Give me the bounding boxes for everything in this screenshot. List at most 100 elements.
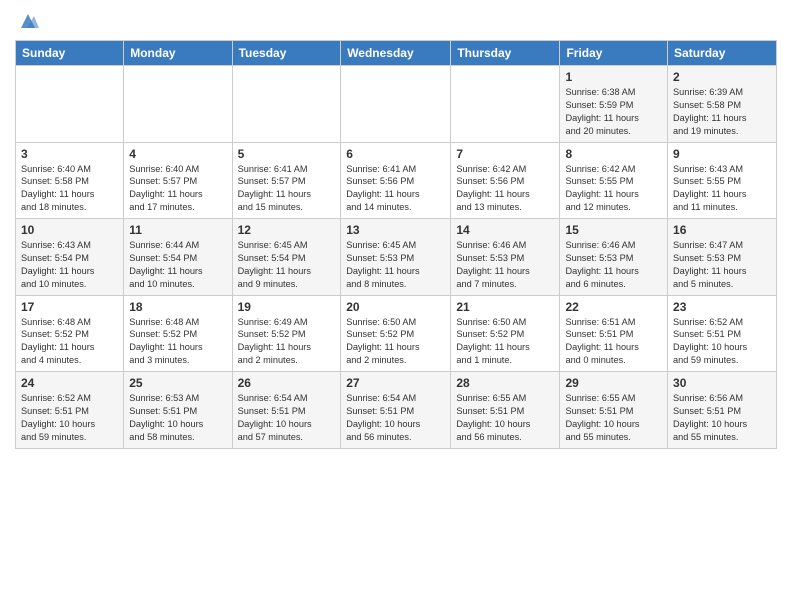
calendar-cell: 10 Sunrise: 6:43 AM Sunset: 5:54 PM Dayli… [16,219,124,296]
day-number: 23 [673,300,771,314]
calendar-cell: 19Sunrise: 6:49 AM Sunset: 5:52 PM Dayli… [232,295,341,372]
header-row: SundayMondayTuesdayWednesdayThursdayFrid… [16,41,777,66]
day-info: Sunrise: 6:40 AM Sunset: 5:57 PM Dayligh… [129,163,226,215]
week-row-1: 1 Sunrise: 6:38 AM Sunset: 5:59 PM Daylig… [16,66,777,143]
day-number: 27 [346,376,445,390]
day-info: Sunrise: 6:50 AM Sunset: 5:52 PM Dayligh… [456,316,554,368]
day-number: 28 [456,376,554,390]
calendar-cell: 3 Sunrise: 6:40 AM Sunset: 5:58 PM Daylig… [16,142,124,219]
day-info: Sunrise: 6:45 AM Sunset: 5:53 PM Dayligh… [346,239,445,291]
calendar-cell: 9 Sunrise: 6:43 AM Sunset: 5:55 PM Daylig… [668,142,777,219]
week-row-3: 10 Sunrise: 6:43 AM Sunset: 5:54 PM Dayli… [16,219,777,296]
day-info: Sunrise: 6:52 AM Sunset: 5:51 PM Dayligh… [21,392,118,444]
day-info: Sunrise: 6:47 AM Sunset: 5:53 PM Dayligh… [673,239,771,291]
day-info: Sunrise: 6:40 AM Sunset: 5:58 PM Dayligh… [21,163,118,215]
calendar-cell: 14 Sunrise: 6:46 AM Sunset: 5:53 PM Dayli… [451,219,560,296]
day-number: 21 [456,300,554,314]
day-info: Sunrise: 6:51 AM Sunset: 5:51 PM Dayligh… [565,316,662,368]
day-info: Sunrise: 6:41 AM Sunset: 5:56 PM Dayligh… [346,163,445,215]
calendar-cell: 30 Sunrise: 6:56 AM Sunset: 5:51 PM Dayli… [668,372,777,449]
day-number: 16 [673,223,771,237]
day-info: Sunrise: 6:56 AM Sunset: 5:51 PM Dayligh… [673,392,771,444]
day-info: Sunrise: 6:41 AM Sunset: 5:57 PM Dayligh… [238,163,336,215]
calendar-cell: 1 Sunrise: 6:38 AM Sunset: 5:59 PM Daylig… [560,66,668,143]
week-row-4: 17 Sunrise: 6:48 AM Sunset: 5:52 PM Dayli… [16,295,777,372]
calendar-cell: 27 Sunrise: 6:54 AM Sunset: 5:51 PM Dayli… [341,372,451,449]
day-number: 20 [346,300,445,314]
calendar-cell: 16 Sunrise: 6:47 AM Sunset: 5:53 PM Dayli… [668,219,777,296]
calendar-cell: 23 Sunrise: 6:52 AM Sunset: 5:51 PM Dayli… [668,295,777,372]
calendar-cell: 11 Sunrise: 6:44 AM Sunset: 5:54 PM Dayli… [124,219,232,296]
calendar-cell: 22 Sunrise: 6:51 AM Sunset: 5:51 PM Dayli… [560,295,668,372]
day-header-friday: Friday [560,41,668,66]
day-number: 30 [673,376,771,390]
calendar-body: 1 Sunrise: 6:38 AM Sunset: 5:59 PM Daylig… [16,66,777,449]
day-info: Sunrise: 6:42 AM Sunset: 5:55 PM Dayligh… [565,163,662,215]
day-header-wednesday: Wednesday [341,41,451,66]
calendar-cell: 26Sunrise: 6:54 AM Sunset: 5:51 PM Dayli… [232,372,341,449]
logo-icon [17,10,39,32]
day-number: 5 [238,147,336,161]
day-info: Sunrise: 6:43 AM Sunset: 5:55 PM Dayligh… [673,163,771,215]
day-number: 1 [565,70,662,84]
calendar-cell: 6 Sunrise: 6:41 AM Sunset: 5:56 PM Daylig… [341,142,451,219]
day-number: 15 [565,223,662,237]
day-info: Sunrise: 6:43 AM Sunset: 5:54 PM Dayligh… [21,239,118,291]
day-number: 9 [673,147,771,161]
calendar-cell: 2 Sunrise: 6:39 AM Sunset: 5:58 PM Daylig… [668,66,777,143]
day-header-thursday: Thursday [451,41,560,66]
day-info: Sunrise: 6:49 AM Sunset: 5:52 PM Dayligh… [238,316,336,368]
header [15,10,777,32]
day-number: 25 [129,376,226,390]
day-info: Sunrise: 6:46 AM Sunset: 5:53 PM Dayligh… [456,239,554,291]
week-row-2: 3 Sunrise: 6:40 AM Sunset: 5:58 PM Daylig… [16,142,777,219]
calendar-cell [16,66,124,143]
day-number: 3 [21,147,118,161]
day-number: 11 [129,223,226,237]
calendar-cell [124,66,232,143]
calendar-cell: 12Sunrise: 6:45 AM Sunset: 5:54 PM Dayli… [232,219,341,296]
day-number: 14 [456,223,554,237]
day-header-saturday: Saturday [668,41,777,66]
day-info: Sunrise: 6:42 AM Sunset: 5:56 PM Dayligh… [456,163,554,215]
calendar-cell: 13 Sunrise: 6:45 AM Sunset: 5:53 PM Dayli… [341,219,451,296]
calendar-cell: 18 Sunrise: 6:48 AM Sunset: 5:52 PM Dayli… [124,295,232,372]
calendar-cell: 8 Sunrise: 6:42 AM Sunset: 5:55 PM Daylig… [560,142,668,219]
day-number: 26 [238,376,336,390]
day-info: Sunrise: 6:53 AM Sunset: 5:51 PM Dayligh… [129,392,226,444]
logo [15,10,39,32]
calendar-cell: 5 Sunrise: 6:41 AM Sunset: 5:57 PM Daylig… [232,142,341,219]
day-header-tuesday: Tuesday [232,41,341,66]
calendar-cell: 15Sunrise: 6:46 AM Sunset: 5:53 PM Dayli… [560,219,668,296]
day-number: 13 [346,223,445,237]
day-number: 10 [21,223,118,237]
calendar-table: SundayMondayTuesdayWednesdayThursdayFrid… [15,40,777,449]
day-info: Sunrise: 6:38 AM Sunset: 5:59 PM Dayligh… [565,86,662,138]
calendar-cell: 20 Sunrise: 6:50 AM Sunset: 5:52 PM Dayli… [341,295,451,372]
day-number: 12 [238,223,336,237]
day-number: 22 [565,300,662,314]
day-number: 29 [565,376,662,390]
day-info: Sunrise: 6:48 AM Sunset: 5:52 PM Dayligh… [21,316,118,368]
day-number: 7 [456,147,554,161]
day-number: 2 [673,70,771,84]
calendar-cell [232,66,341,143]
day-number: 6 [346,147,445,161]
day-number: 18 [129,300,226,314]
day-info: Sunrise: 6:44 AM Sunset: 5:54 PM Dayligh… [129,239,226,291]
day-info: Sunrise: 6:50 AM Sunset: 5:52 PM Dayligh… [346,316,445,368]
day-info: Sunrise: 6:55 AM Sunset: 5:51 PM Dayligh… [565,392,662,444]
calendar-cell: 24Sunrise: 6:52 AM Sunset: 5:51 PM Dayli… [16,372,124,449]
day-number: 8 [565,147,662,161]
calendar-cell: 21 Sunrise: 6:50 AM Sunset: 5:52 PM Dayli… [451,295,560,372]
day-number: 17 [21,300,118,314]
day-info: Sunrise: 6:39 AM Sunset: 5:58 PM Dayligh… [673,86,771,138]
calendar-cell: 28Sunrise: 6:55 AM Sunset: 5:51 PM Dayli… [451,372,560,449]
calendar-cell: 25 Sunrise: 6:53 AM Sunset: 5:51 PM Dayli… [124,372,232,449]
day-info: Sunrise: 6:52 AM Sunset: 5:51 PM Dayligh… [673,316,771,368]
day-info: Sunrise: 6:54 AM Sunset: 5:51 PM Dayligh… [346,392,445,444]
day-info: Sunrise: 6:48 AM Sunset: 5:52 PM Dayligh… [129,316,226,368]
calendar-cell: 7 Sunrise: 6:42 AM Sunset: 5:56 PM Daylig… [451,142,560,219]
day-header-monday: Monday [124,41,232,66]
calendar-cell [341,66,451,143]
